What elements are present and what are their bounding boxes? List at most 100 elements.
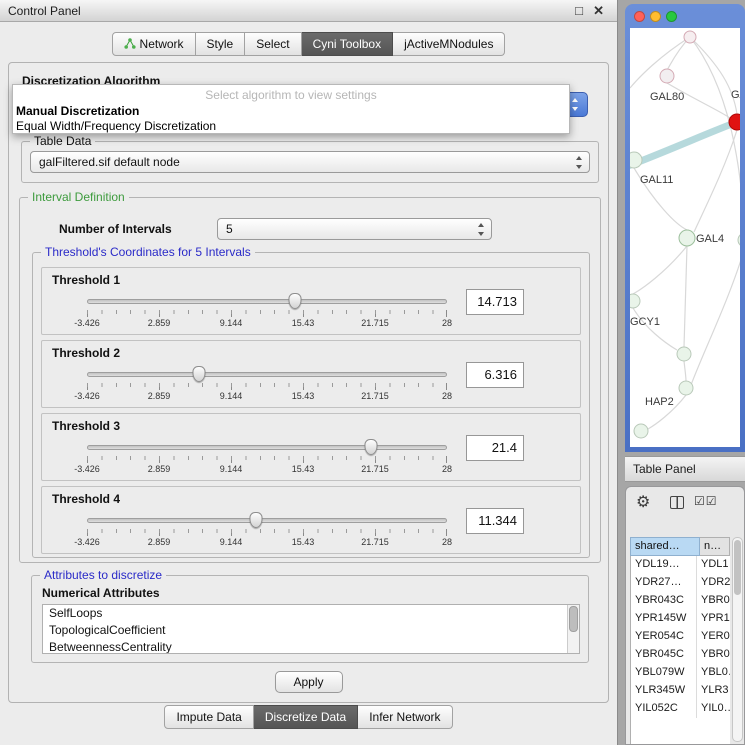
tab-select[interactable]: Select [245,32,301,56]
table-cell[interactable]: YIL052C [631,700,697,718]
thick-edge [630,122,737,166]
slider-handle[interactable] [250,512,263,528]
threshold-slider[interactable]: -3.426 2.859 9.144 15.43 21.715 28 [87,511,447,549]
threshold-value-field[interactable]: 21.4 [466,435,524,461]
slider-handle[interactable] [192,366,205,382]
table-scrollbar[interactable] [732,537,743,742]
slider-handle[interactable] [288,293,301,309]
network-node[interactable] [630,152,642,168]
table-cell[interactable]: YDR2… [697,574,730,592]
window-close-icon[interactable]: ✕ [593,0,604,22]
list-scrollbar-thumb[interactable] [569,606,578,632]
tab-discretize-data[interactable]: Discretize Data [254,705,358,729]
window-title: Control Panel [8,0,81,22]
threshold-value-field[interactable]: 14.713 [466,289,524,315]
slider-track[interactable] [87,518,447,523]
network-node-selected[interactable] [729,114,740,130]
gear-icon[interactable]: ⚙ [636,492,650,512]
column-header-name[interactable]: n… [700,537,730,556]
tab-impute-data[interactable]: Impute Data [164,705,253,729]
minimize-traffic-icon[interactable] [650,11,661,22]
apply-button[interactable]: Apply [274,671,342,693]
table-row[interactable]: YIL052CYIL0… [631,700,730,718]
table-cell[interactable]: YBR0… [697,592,730,610]
tab-network[interactable]: Network [112,32,196,56]
table-cell[interactable]: YLR3… [697,682,730,700]
algorithm-option-equal-width[interactable]: Equal Width/Frequency Discretization [13,118,569,134]
table-data-group: Table Data galFiltered.sif default node [21,141,599,183]
table-cell[interactable]: YPR1… [697,610,730,628]
network-node[interactable] [634,424,648,438]
table-row[interactable]: YLR345WYLR3… [631,682,730,700]
number-of-intervals-combobox[interactable]: 5 [217,218,492,240]
table-cell[interactable]: YER054C [631,628,697,646]
network-node-label: GCY1 [630,316,660,328]
network-canvas[interactable]: GAL80 GA GAL11 GAL4 GCY1 HAP2 [630,28,740,447]
threshold-value-field[interactable]: 11.344 [466,508,524,534]
threshold-slider[interactable]: -3.426 2.859 9.144 15.43 21.715 28 [87,365,447,403]
tick-label: 2.859 [148,537,171,547]
tab-label: Select [256,37,289,51]
tab-cyni-toolbox[interactable]: Cyni Toolbox [302,32,393,56]
table-panel-window: ⚙ ☑☑ shared… n… YDL19…YDL1… YDR27…YDR2… … [625,486,745,745]
table-cell[interactable]: YER0… [697,628,730,646]
zoom-traffic-icon[interactable] [666,11,677,22]
slider-tick-labels: -3.426 2.859 9.144 15.43 21.715 28 [87,391,447,402]
list-scrollbar[interactable] [567,605,579,653]
list-item[interactable]: TopologicalCoefficient [43,622,579,639]
list-item[interactable]: BetweennessCentrality [43,639,579,654]
network-node[interactable] [679,381,693,395]
table-header-row: shared… n… [630,537,730,556]
table-cell[interactable]: YPR145W [631,610,697,628]
column-header-shared-name[interactable]: shared… [630,537,700,556]
table-cell[interactable]: YIL0… [697,700,730,718]
table-panel-title: Table Panel [633,457,696,482]
attributes-group: Attributes to discretize Numerical Attri… [31,575,589,663]
threshold-label: Threshold 4 [52,492,120,506]
list-item[interactable]: SelfLoops [43,605,579,622]
traffic-lights [634,11,677,22]
table-cell[interactable]: YBR0… [697,646,730,664]
tick-label: 21.715 [361,391,389,401]
table-cell[interactable]: YBL079W [631,664,697,682]
slider-track[interactable] [87,445,447,450]
tab-jactivemodules[interactable]: jActiveMNodules [393,32,505,56]
window-minimize-icon[interactable]: □ [575,0,583,22]
slider-handle[interactable] [365,439,378,455]
close-traffic-icon[interactable] [634,11,645,22]
threshold-value-field[interactable]: 6.316 [466,362,524,388]
table-data-combobox[interactable]: galFiltered.sif default node [30,151,590,173]
table-cell[interactable]: YBL0… [697,664,730,682]
table-cell[interactable]: YDR27… [631,574,697,592]
table-row[interactable]: YER054CYER0… [631,628,730,646]
top-tab-strip: Network Style Select Cyni Toolbox jActiv… [0,32,617,56]
table-cell[interactable]: YLR345W [631,682,697,700]
network-node[interactable] [679,230,695,246]
network-node[interactable] [738,233,740,247]
slider-track[interactable] [87,299,447,304]
table-row[interactable]: YDR27…YDR2… [631,574,730,592]
table-row[interactable]: YBR045CYBR0… [631,646,730,664]
tab-infer-network[interactable]: Infer Network [358,705,452,729]
network-node[interactable] [630,294,640,308]
slider-track[interactable] [87,372,447,377]
algorithm-option-manual[interactable]: Manual Discretization [13,102,569,118]
tick-label: -3.426 [74,537,100,547]
table-row[interactable]: YBR043CYBR0… [631,592,730,610]
network-node[interactable] [660,69,674,83]
table-cell[interactable]: YDL1… [697,556,730,574]
table-row[interactable]: YPR145WYPR1… [631,610,730,628]
table-row[interactable]: YBL079WYBL0… [631,664,730,682]
table-cell[interactable]: YBR043C [631,592,697,610]
columns-icon[interactable] [670,496,684,509]
table-cell[interactable]: YBR045C [631,646,697,664]
table-scrollbar-thumb[interactable] [734,540,741,595]
network-node[interactable] [677,347,691,361]
checkbox-icons[interactable]: ☑☑ [694,494,718,508]
threshold-slider[interactable]: -3.426 2.859 9.144 15.43 21.715 28 [87,438,447,476]
tab-style[interactable]: Style [196,32,246,56]
threshold-slider[interactable]: -3.426 2.859 9.144 15.43 21.715 28 [87,292,447,330]
network-node[interactable] [684,31,696,43]
table-row[interactable]: YDL19…YDL1… [631,556,730,574]
table-cell[interactable]: YDL19… [631,556,697,574]
